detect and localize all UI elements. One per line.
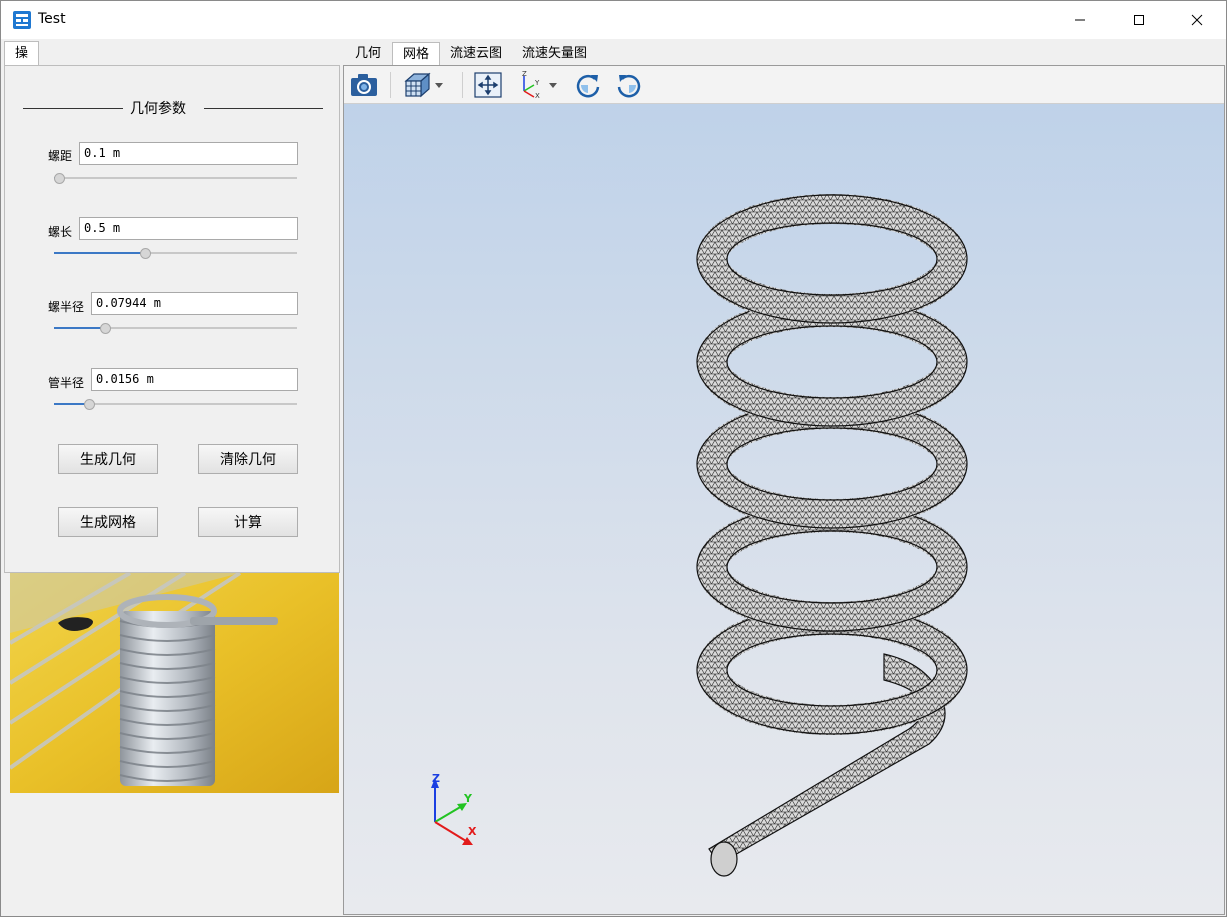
slider-thumb[interactable] [140,248,151,259]
helix-mesh: Z Y X [431,194,968,877]
cube-grid-icon [404,72,431,98]
axes-icon: Z Y X [522,71,540,99]
slider-thumb[interactable] [84,399,95,410]
group-box-geometry-params: 几何参数 [5,98,341,118]
group-divider-right [204,108,323,109]
minimize-icon [1075,19,1085,21]
rotate-cw-icon [576,74,600,98]
chevron-down-icon [549,83,557,88]
axes-view-dropdown[interactable]: Z Y X [516,70,560,100]
tab-operation[interactable]: 操作 [4,41,40,85]
close-button[interactable] [1168,1,1226,39]
toolbar-separator [390,72,391,98]
slider-fill [54,327,105,329]
group-title: 几何参数 [130,101,186,117]
svg-text:Y: Y [534,79,540,87]
tab-velocity-contour[interactable]: 流速云图 [440,42,512,65]
maximize-button[interactable] [1110,1,1168,39]
axis-z-label: Z [432,772,440,785]
slider-thumb[interactable] [54,173,65,184]
operation-panel: 几何参数 螺距 0.1 m 螺长 0.5 m 螺半径 0.07944 m 管半径 [4,65,340,573]
tube-radius-label: 管半径 [48,376,85,390]
length-label: 螺长 [48,225,73,239]
svg-text:X: X [535,92,540,99]
main-window: Test 操作 几何参数 螺距 0.1 m 螺长 0.5 m [0,0,1227,917]
group-divider-left [23,108,123,109]
coil-radius-slider[interactable] [54,322,297,334]
generate-geometry-button[interactable]: 生成几何 [58,444,158,474]
axis-y-label: Y [463,792,473,805]
close-icon [1191,14,1203,26]
rotate-clockwise-button[interactable] [573,70,603,100]
camera-icon [351,74,377,96]
toolbar-separator [462,72,463,98]
length-input[interactable]: 0.5 m [79,217,298,240]
slider-fill [54,252,145,254]
coil-tube-photo [10,573,339,793]
viewer-toolbar: Z Y X [344,66,1224,104]
title-bar: Test [1,1,1226,39]
pitch-label: 螺距 [48,149,73,163]
screenshot-button[interactable] [349,70,379,100]
length-slider[interactable] [54,247,297,259]
coil-radius-input[interactable]: 0.07944 m [91,292,298,315]
minimize-button[interactable] [1051,1,1109,39]
generate-mesh-button[interactable]: 生成网格 [58,507,158,537]
pitch-slider[interactable] [54,172,297,184]
rotate-ccw-icon [617,74,641,98]
clear-geometry-button[interactable]: 清除几何 [198,444,298,474]
window-title: Test [38,11,66,27]
chevron-down-icon [435,83,443,88]
tab-mesh[interactable]: 网格 [392,42,441,65]
tab-velocity-vector[interactable]: 流速矢量图 [512,42,597,65]
view-mode-dropdown[interactable] [402,70,446,100]
pitch-input[interactable]: 0.1 m [79,142,298,165]
maximize-icon [1134,15,1144,25]
fit-view-icon [474,72,502,98]
3d-viewer: Z Y X Z Y X [343,65,1225,915]
mesh-render-canvas[interactable]: Z Y X [344,104,1224,914]
slider-track [54,177,297,179]
tab-geometry[interactable]: 几何 [345,42,391,65]
orientation-axes: Z Y X [431,772,477,845]
fit-view-button[interactable] [473,70,503,100]
tube-radius-input[interactable]: 0.0156 m [91,368,298,391]
app-icon [13,11,31,29]
coil-radius-label: 螺半径 [48,300,85,314]
rotate-counterclockwise-button[interactable] [614,70,644,100]
axis-x-label: X [468,825,477,838]
svg-text:Z: Z [522,71,527,78]
slider-thumb[interactable] [100,323,111,334]
compute-button[interactable]: 计算 [198,507,298,537]
tube-radius-slider[interactable] [54,398,297,410]
